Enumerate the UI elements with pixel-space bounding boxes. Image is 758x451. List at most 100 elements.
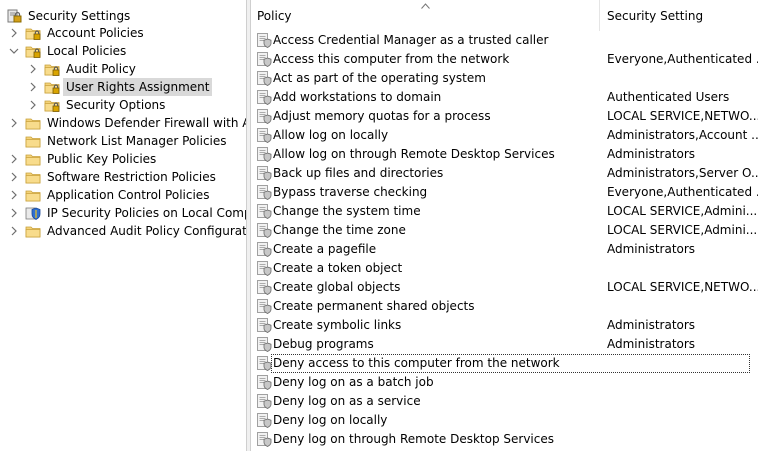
table-row[interactable]: Change the time zone LOCAL SERVICE,Admini…	[251, 221, 758, 240]
policy-name: Create global objects	[273, 280, 401, 294]
folder-lock-icon	[25, 28, 41, 40]
security-setting-value: LOCAL SERVICE,NETWO...	[607, 280, 758, 294]
policy-name: Create a token object	[273, 261, 403, 275]
policy-icon	[257, 52, 272, 67]
security-setting-value: Administrators,Server O...	[607, 166, 758, 180]
security-setting-value: Administrators	[607, 337, 696, 351]
security-setting-value: Administrators	[607, 242, 696, 256]
security-setting-value: LOCAL SERVICE,Admini...	[607, 223, 758, 237]
list-header: Policy Security Setting	[251, 0, 758, 31]
table-row[interactable]: Create permanent shared objects	[251, 297, 758, 316]
tree-root-security-settings[interactable]: Security Settings	[6, 7, 133, 25]
folder-lock-icon	[44, 64, 60, 76]
chevron-right-icon[interactable]	[9, 186, 19, 204]
security-setting-value: LOCAL SERVICE,Admini...	[607, 204, 758, 218]
tree-item[interactable]: IP Security Policies on Local Compute	[9, 204, 246, 222]
policy-name: Change the system time	[273, 204, 421, 218]
policy-name: Deny log on as a batch job	[273, 375, 434, 389]
tree-label: Public Key Policies	[47, 152, 157, 166]
tree-label: Security Options	[66, 98, 166, 112]
policy-icon	[257, 33, 272, 48]
policy-icon	[257, 318, 272, 333]
policy-icon	[257, 394, 272, 409]
policy-name: Create symbolic links	[273, 318, 402, 332]
table-row[interactable]: Deny log on through Remote Desktop Servi…	[251, 430, 758, 449]
tree-item[interactable]: User Rights Assignment	[28, 78, 213, 96]
chevron-right-icon[interactable]	[9, 222, 19, 240]
security-setting-value: Everyone,Authenticated ...	[607, 185, 758, 199]
table-row[interactable]: Access this computer from the network Eve…	[251, 50, 758, 69]
table-row[interactable]: Change the system time LOCAL SERVICE,Admi…	[251, 202, 758, 221]
folder-icon	[25, 136, 41, 148]
folder-lock-icon	[25, 46, 41, 58]
table-row[interactable]: Adjust memory quotas for a process LOCAL …	[251, 107, 758, 126]
policy-icon	[257, 109, 272, 124]
tree-item[interactable]: Network List Manager Policies	[9, 132, 230, 150]
table-row[interactable]: Access Credential Manager as a trusted c…	[251, 31, 758, 50]
ip-security-icon	[25, 207, 41, 220]
policy-name: Act as part of the operating system	[273, 71, 486, 85]
policy-icon	[257, 356, 272, 371]
policy-icon	[257, 71, 272, 86]
console-tree[interactable]: Security Settings Account Policies Local …	[0, 0, 246, 451]
tree-label: Account Policies	[47, 26, 144, 40]
tree-item[interactable]: Local Policies	[9, 42, 129, 60]
tree-item[interactable]: Application Control Policies	[9, 186, 212, 204]
folder-icon	[25, 190, 41, 202]
table-row[interactable]: Bypass traverse checking Everyone,Authent…	[251, 183, 758, 202]
policy-icon	[257, 185, 272, 200]
policy-icon	[257, 413, 272, 428]
tree-item[interactable]: Audit Policy	[28, 60, 139, 78]
chevron-right-icon[interactable]	[28, 78, 38, 96]
policy-list[interactable]: Policy Security Setting Access Credentia…	[251, 0, 758, 451]
table-row[interactable]: Deny access to this computer from the ne…	[257, 354, 750, 373]
security-setting-value: Authenticated Users	[607, 90, 730, 104]
tree-label: Audit Policy	[66, 62, 136, 76]
policy-name: Access this computer from the network	[273, 52, 510, 66]
chevron-right-icon[interactable]	[9, 168, 19, 186]
policy-name: Create a pagefile	[273, 242, 377, 256]
table-row[interactable]: Deny log on as a batch job	[251, 373, 758, 392]
security-setting-value: LOCAL SERVICE,NETWO...	[607, 109, 758, 123]
table-row[interactable]: Add workstations to domain Authenticated …	[251, 88, 758, 107]
policy-name: Access Credential Manager as a trusted c…	[273, 33, 549, 47]
table-row[interactable]: Create a token object	[251, 259, 758, 278]
tree-item[interactable]: Account Policies	[9, 24, 147, 42]
table-row[interactable]: Debug programs Administrators	[251, 335, 758, 354]
chevron-right-icon[interactable]	[9, 114, 19, 132]
chevron-down-icon[interactable]	[9, 42, 19, 60]
table-row[interactable]: Create a pagefile Administrators	[251, 240, 758, 259]
policy-name: Debug programs	[273, 337, 374, 351]
chevron-right-icon[interactable]	[9, 24, 19, 42]
chevron-right-icon[interactable]	[9, 204, 19, 222]
tree-item[interactable]: Security Options	[28, 96, 168, 114]
policy-name: Add workstations to domain	[273, 90, 442, 104]
chevron-right-icon[interactable]	[9, 150, 19, 168]
chevron-right-icon[interactable]	[28, 60, 38, 78]
table-row[interactable]: Allow log on through Remote Desktop Serv…	[251, 145, 758, 164]
table-row[interactable]: Create global objects LOCAL SERVICE,NETWO…	[251, 278, 758, 297]
tree-item[interactable]: Software Restriction Policies	[9, 168, 219, 186]
table-row[interactable]: Create symbolic links Administrators	[251, 316, 758, 335]
table-row[interactable]: Deny log on locally	[251, 411, 758, 430]
policy-name: Allow log on through Remote Desktop Serv…	[273, 147, 555, 161]
tree-label: Windows Defender Firewall with Adva	[47, 116, 246, 130]
policy-name: Change the time zone	[273, 223, 406, 237]
policy-name: Deny log on through Remote Desktop Servi…	[273, 432, 554, 446]
table-row[interactable]: Back up files and directories Administrat…	[251, 164, 758, 183]
table-row[interactable]: Deny log on as a service	[251, 392, 758, 411]
table-row[interactable]: Act as part of the operating system	[251, 69, 758, 88]
policy-name: Bypass traverse checking	[273, 185, 428, 199]
policy-icon	[257, 204, 272, 219]
table-row[interactable]: Allow log on locally Administrators,Accou…	[251, 126, 758, 145]
chevron-right-icon[interactable]	[28, 96, 38, 114]
tree-item[interactable]: Windows Defender Firewall with Adva	[9, 114, 246, 132]
folder-icon	[25, 154, 41, 166]
tree-label: Network List Manager Policies	[47, 134, 227, 148]
tree-label: Advanced Audit Policy Configuration	[47, 224, 246, 238]
column-header-security-setting[interactable]: Security Setting	[601, 0, 758, 31]
tree-item[interactable]: Advanced Audit Policy Configuration	[9, 222, 246, 240]
tree-item[interactable]: Public Key Policies	[9, 150, 159, 168]
policy-icon	[257, 242, 272, 257]
security-setting-value: Administrators,Account ...	[607, 128, 758, 142]
